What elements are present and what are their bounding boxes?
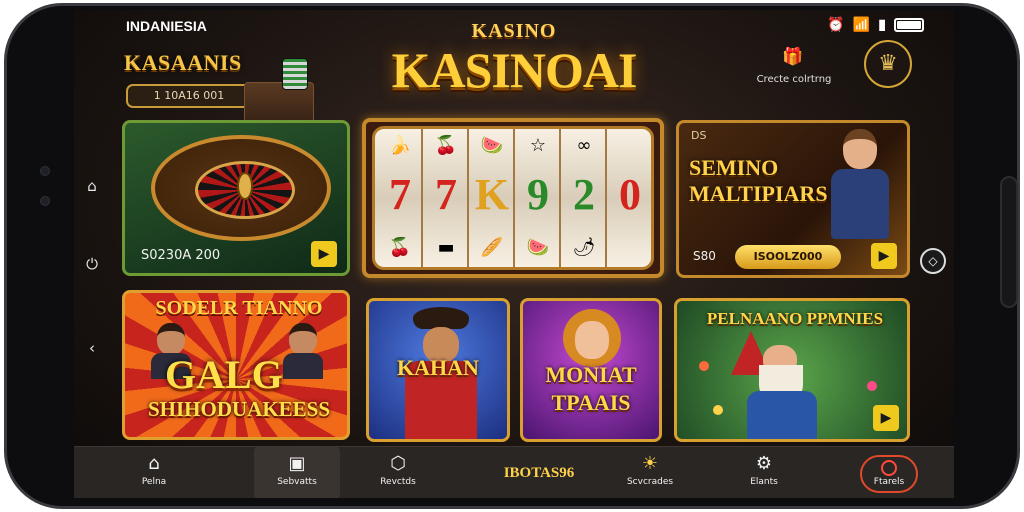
- nav-label: Sebvatts: [277, 477, 317, 487]
- lock-icon[interactable]: ⌂: [82, 176, 102, 196]
- game-card-roulette[interactable]: S0230A 200 ▶: [122, 120, 350, 276]
- logo-subtitle: KASINO: [471, 20, 557, 42]
- game-card-kahan[interactable]: KAHAN: [366, 298, 510, 442]
- gift-icon[interactable]: 🎁: [780, 44, 806, 70]
- slot-reel: 🍒 7 ▬: [423, 129, 469, 267]
- card-title: PELNAANO PPMNIES: [706, 309, 884, 328]
- side-controls: ⌂ ⏻ ‹: [74, 160, 106, 380]
- nav-item-home[interactable]: ⌂ Pelna: [114, 447, 194, 498]
- logo-title: KASINOAI: [391, 42, 638, 98]
- game-card-moniat[interactable]: MONIAT TPAAIS: [520, 298, 662, 442]
- presenter-figure: [827, 129, 893, 241]
- card-title-top: SODELR TIANNO: [155, 297, 323, 319]
- signal-icon: ▮: [878, 16, 886, 32]
- gear-icon: ⚙: [755, 453, 773, 474]
- crown-icon[interactable]: ♛: [864, 40, 912, 88]
- reel-symbol: K: [474, 170, 510, 219]
- balance-box[interactable]: 1 10A16 001: [126, 84, 252, 108]
- reel-symbol: 0: [619, 170, 641, 219]
- character-face: [575, 321, 609, 359]
- wallet-icon: ▣: [288, 453, 306, 474]
- game-card-gang[interactable]: SODELR TIANNO GALG SHIHODUAKEESS: [122, 290, 350, 440]
- banana-icon: 🍌: [388, 135, 412, 156]
- chip-stack-icon: [282, 58, 308, 90]
- character-body: [747, 391, 817, 439]
- nav-item-wallet[interactable]: ▣ Sebvatts: [254, 447, 340, 498]
- brand-title: KASAANIS: [124, 50, 242, 75]
- slot-reel: ∞ 2 🌶: [561, 129, 607, 267]
- nav-label: Ftarels: [873, 477, 905, 487]
- infinity-icon: ∞: [576, 135, 592, 156]
- bottom-nav: ⌂ Pelna ▣ Sebvatts ⬡ Revctds IBOTAS96 ☀ …: [74, 446, 954, 498]
- card-small-value: S80: [693, 249, 716, 263]
- presenter-body: [831, 169, 889, 239]
- melon-icon: 🍉: [480, 135, 504, 156]
- home-icon: ⌂: [148, 453, 160, 474]
- shield-icon: ⬡: [390, 453, 406, 474]
- nav-item-favorites[interactable]: Ftarels: [860, 455, 918, 493]
- cherry-icon: 🍒: [388, 237, 412, 258]
- horn-icon: 🌶: [572, 237, 596, 258]
- game-card-pelnaaino[interactable]: PELNAANO PPMNIES ▶: [674, 298, 910, 442]
- gem-icon: [713, 405, 723, 415]
- nav-item-settings[interactable]: ⚙ Elants: [724, 447, 804, 498]
- roulette-spindle: [237, 172, 253, 200]
- reel-symbol: 2: [573, 170, 595, 219]
- reel-symbol: 7: [389, 170, 411, 219]
- reel-symbol: 7: [435, 170, 457, 219]
- card-title: SEMINO MALTIPIARS: [689, 155, 828, 206]
- ring-icon: [881, 460, 897, 476]
- top-right-label[interactable]: Crecte colrtrng: [754, 74, 834, 85]
- melon-icon: 🍉: [526, 237, 550, 258]
- gem-icon: [699, 361, 709, 371]
- nav-item-sun[interactable]: ☀ Scvcrades: [610, 447, 690, 498]
- card-title: MONIAT TPAAIS: [545, 362, 637, 415]
- cowboy-hat: [413, 307, 469, 329]
- star-icon: ☆: [529, 135, 547, 156]
- bar-icon: ▬: [437, 237, 455, 258]
- camera-lens: [40, 196, 50, 206]
- slot-reel: 0: [607, 129, 653, 267]
- camera-lens: [40, 166, 50, 176]
- card-title-middle: GALG: [165, 352, 283, 397]
- game-card-multipliers[interactable]: DS SEMINO MALTIPIARS S80 ISOOLZ000 ▶: [676, 120, 910, 278]
- play-icon[interactable]: ▶: [871, 243, 897, 269]
- main-logo: KASINO KASINOAI: [374, 20, 654, 104]
- nav-center-text[interactable]: IBOTAS96: [494, 465, 584, 482]
- play-icon[interactable]: ▶: [311, 241, 337, 267]
- slot-reel: 🍉 K 🥖: [469, 129, 515, 267]
- character-figure: [283, 323, 323, 379]
- bet-pill[interactable]: ISOOLZ000: [735, 245, 841, 269]
- app-screen: INDANIESIA ⏰ 📶 ▮ KASAANIS 1 10A16 001 KA…: [74, 10, 954, 498]
- slot-reel: 🍌 7 🍒: [377, 129, 423, 267]
- nav-label: Revctds: [380, 477, 416, 487]
- battery-icon: [894, 17, 924, 32]
- reel-symbol: 9: [527, 170, 549, 219]
- wifi-icon: 📶: [852, 16, 871, 32]
- nav-label: Pelna: [141, 477, 167, 487]
- power-icon[interactable]: ⏻: [82, 254, 102, 274]
- gem-icon: [867, 381, 877, 391]
- slot-reels: 🍌 7 🍒 🍒 7 ▬ 🍉 K 🥖 ☆ 9 🍉 ∞ 2 🌶 0: [372, 126, 654, 270]
- sun-icon: ☀: [641, 453, 659, 474]
- cherry-icon: 🍒: [434, 135, 458, 156]
- phone-side-button: [1000, 176, 1018, 308]
- slot-reel: ☆ 9 🍉: [515, 129, 561, 267]
- nav-label: Scvcrades: [626, 477, 674, 487]
- nav-label: Elants: [750, 477, 778, 487]
- nav-item-rewards[interactable]: ⬡ Revctds: [358, 447, 438, 498]
- alarm-icon: ⏰: [827, 16, 845, 32]
- bread-icon: 🥖: [480, 237, 504, 258]
- card-corner-label: DS: [691, 129, 707, 142]
- region-label: INDANIESIA: [126, 18, 207, 34]
- presenter-head: [843, 129, 877, 169]
- back-icon[interactable]: ‹: [82, 338, 102, 358]
- game-card-slot[interactable]: 🍌 7 🍒 🍒 7 ▬ 🍉 K 🥖 ☆ 9 🍉 ∞ 2 🌶 0: [362, 118, 664, 278]
- card-title: KAHAN: [397, 355, 479, 380]
- card-amount: S0230A 200: [141, 248, 221, 263]
- play-icon[interactable]: ▶: [873, 405, 899, 431]
- card-title-bottom: SHIHODUAKEESS: [147, 397, 331, 421]
- expand-icon[interactable]: ◇: [920, 248, 946, 274]
- roulette-wheel: [151, 135, 331, 241]
